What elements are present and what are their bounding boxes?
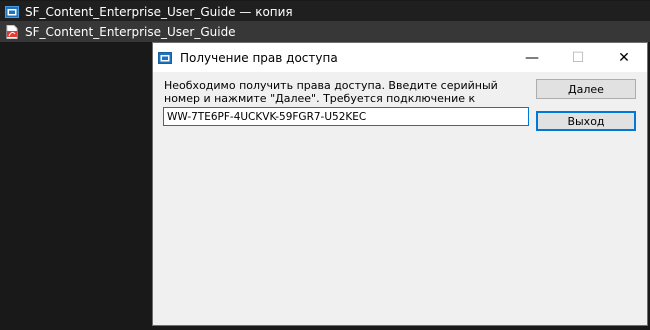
- app-window-icon: [5, 5, 19, 19]
- app-window-icon: [158, 51, 172, 65]
- exit-button[interactable]: Выход: [536, 111, 636, 131]
- list-item[interactable]: SF_Content_Enterprise_User_Guide — копия: [0, 1, 650, 22]
- pdf-file-icon: [5, 24, 19, 39]
- dialog-title: Получение прав доступа: [180, 50, 338, 65]
- close-button[interactable]: ✕: [601, 43, 647, 72]
- dialog-titlebar[interactable]: Получение прав доступа — ☐ ✕: [153, 43, 647, 72]
- list-item-label: SF_Content_Enterprise_User_Guide: [25, 24, 236, 39]
- list-item-label: SF_Content_Enterprise_User_Guide — копия: [25, 4, 293, 19]
- serial-number-input[interactable]: [163, 107, 529, 126]
- minimize-button[interactable]: —: [509, 43, 555, 72]
- maximize-button[interactable]: ☐: [555, 43, 601, 72]
- access-rights-dialog: Получение прав доступа — ☐ ✕ Необходимо …: [152, 42, 648, 326]
- next-button[interactable]: Далее: [536, 79, 636, 99]
- list-item[interactable]: SF_Content_Enterprise_User_Guide: [0, 21, 650, 42]
